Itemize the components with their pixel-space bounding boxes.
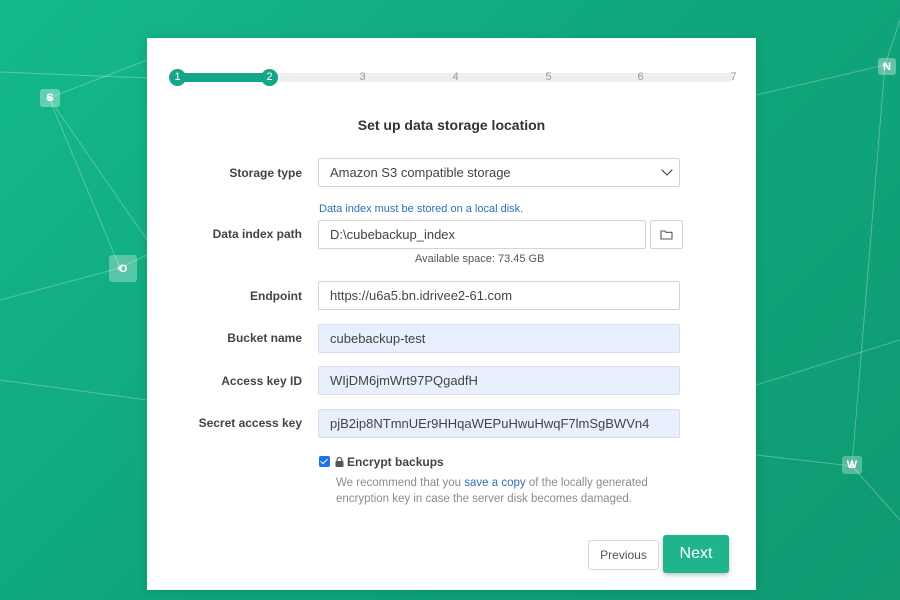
sharepoint-icon: S — [40, 89, 60, 107]
step-7: 7 — [730, 71, 737, 83]
folder-icon — [660, 230, 673, 240]
step-2: 2 — [261, 69, 278, 86]
setup-wizard-card: 1 2 3 4 5 6 7 Set up data storage locati… — [147, 38, 756, 590]
step-1: 1 — [169, 69, 186, 86]
step-3: 3 — [359, 71, 366, 83]
wizard-stepper: 1 2 3 4 5 6 7 — [169, 68, 741, 88]
access-key-label: Access key ID — [221, 374, 302, 388]
secret-key-input[interactable]: pjB2ip8NTmnUEr9HHqaWEPuHwuHwqF7lmSgBWVn4 — [318, 409, 680, 438]
bucket-name-input[interactable]: cubebackup-test — [318, 324, 680, 353]
storage-type-label: Storage type — [229, 166, 302, 180]
encrypt-note: We recommend that you save a copy of the… — [336, 477, 648, 505]
storage-type-select[interactable]: Amazon S3 compatible storage — [318, 158, 680, 187]
bucket-name-label: Bucket name — [227, 331, 302, 345]
page-title: Set up data storage location — [357, 117, 546, 133]
onenote-icon: N — [878, 58, 896, 75]
step-6: 6 — [637, 71, 644, 83]
secret-key-label: Secret access key — [198, 416, 302, 430]
lock-icon — [335, 457, 344, 467]
storage-type-value: Amazon S3 compatible storage — [330, 165, 511, 180]
save-key-copy-link[interactable]: save a copy — [464, 477, 525, 489]
encrypt-backups-label: Encrypt backups — [335, 455, 444, 469]
stepper-progress — [177, 73, 271, 82]
previous-button[interactable]: Previous — [588, 540, 659, 570]
data-index-path-label: Data index path — [212, 227, 302, 241]
chevron-down-icon — [661, 164, 673, 176]
available-space-text: Available space: 73.45 GB — [415, 253, 545, 265]
data-index-path-input[interactable]: D:\cubebackup_index — [318, 220, 646, 249]
access-key-input[interactable]: WIjDM6jmWrt97PQgadfH — [318, 366, 680, 395]
encrypt-checkbox[interactable] — [319, 456, 330, 467]
data-index-note: Data index must be stored on a local dis… — [319, 203, 524, 215]
step-4: 4 — [452, 71, 459, 83]
step-5: 5 — [545, 71, 552, 83]
next-button[interactable]: Next — [663, 535, 729, 573]
word-icon: W — [842, 456, 862, 474]
outlook-icon: O — [109, 255, 137, 282]
endpoint-input[interactable]: https://u6a5.bn.idrivee2-61.com — [318, 281, 680, 310]
browse-folder-button[interactable] — [650, 220, 683, 249]
endpoint-label: Endpoint — [250, 289, 302, 303]
